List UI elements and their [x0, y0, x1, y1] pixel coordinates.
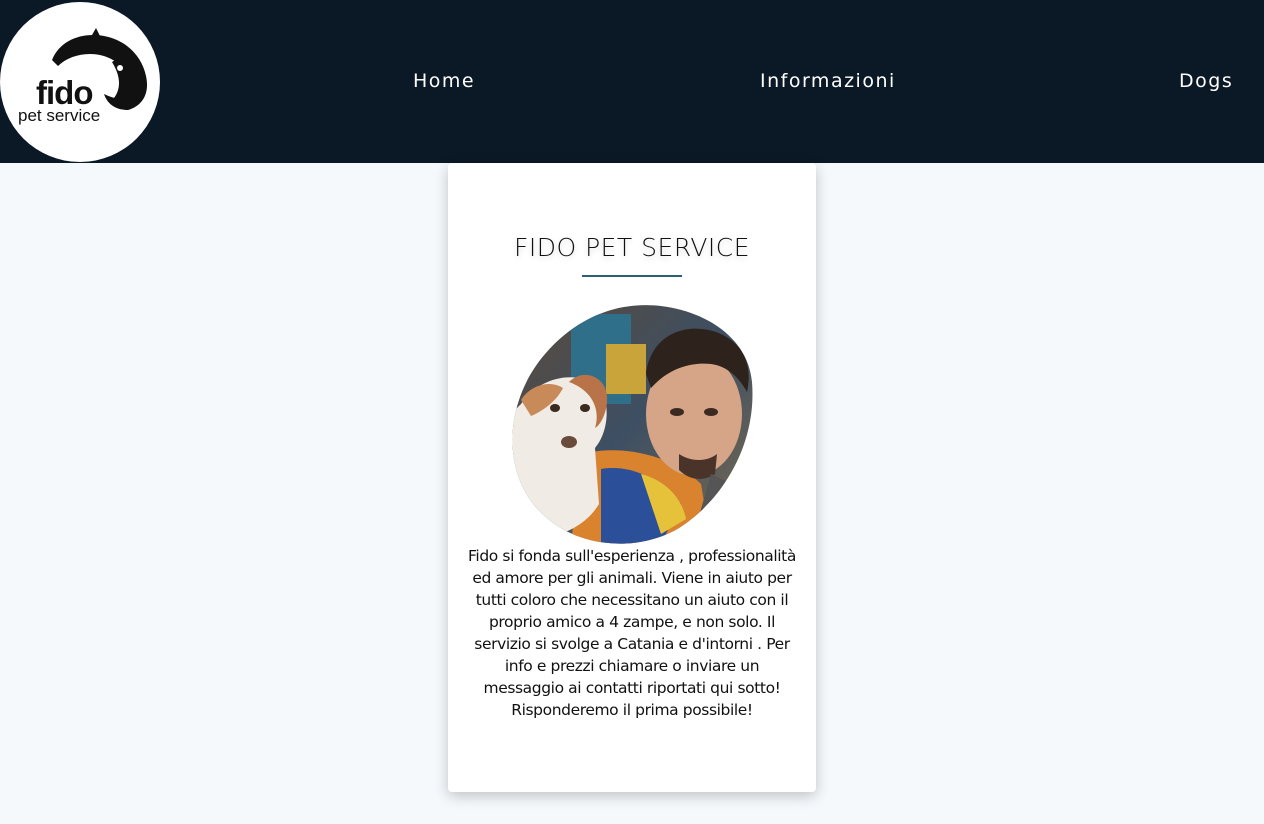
card-description: Fido si fonda sull'esperienza , professi… [468, 547, 796, 719]
nav-informazioni-link[interactable]: Informazioni [760, 70, 896, 92]
card-title: FIDO PET SERVICE [513, 233, 751, 262]
nav-home-link[interactable]: Home [413, 70, 475, 92]
owner-with-dog-photo [512, 305, 753, 544]
nav-dogs-link[interactable]: Dogs [1179, 70, 1233, 92]
navbar: fido pet service Home Informazioni Dogs [0, 0, 1264, 163]
title-underline [582, 275, 682, 277]
about-card: FIDO PET SERVICE Fido si fonda sull'espe… [448, 163, 816, 792]
logo-subtitle: pet service [18, 106, 101, 125]
logo-link[interactable]: fido pet service [0, 2, 160, 162]
